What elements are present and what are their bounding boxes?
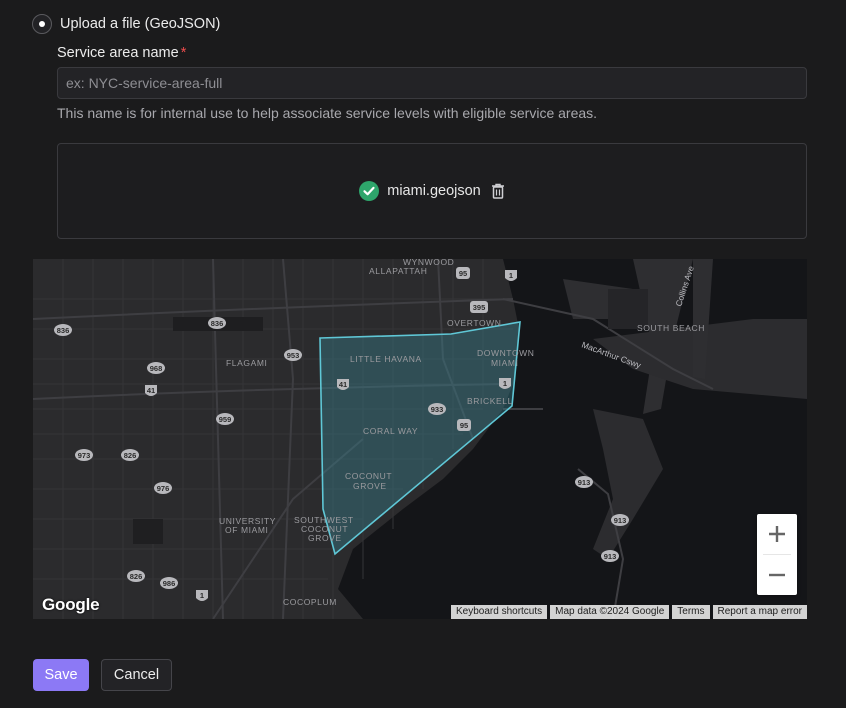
- shield-41-a: 41: [147, 386, 155, 395]
- shield-836-b: 836: [211, 319, 224, 328]
- map-label-grove: GROVE: [353, 481, 387, 491]
- shield-95-b: 95: [460, 421, 468, 430]
- shield-973: 973: [78, 451, 91, 460]
- cancel-button[interactable]: Cancel: [101, 659, 172, 691]
- map-label-downtown: DOWNTOWN: [477, 348, 535, 358]
- shield-1-a: 1: [509, 271, 513, 280]
- map-zoom-control: [757, 514, 797, 595]
- shield-1-c: 1: [200, 591, 204, 600]
- radio-selected-dot: [39, 21, 45, 27]
- upload-geojson-radio[interactable]: [32, 14, 52, 34]
- shield-953: 953: [287, 351, 300, 360]
- shield-913-a: 913: [578, 478, 591, 487]
- required-marker: *: [180, 45, 187, 61]
- map-canvas[interactable]: WYNWOOD ALLAPATTAH OVERTOWN DOWNTOWN MIA…: [33, 259, 807, 619]
- check-circle-icon: [359, 181, 380, 201]
- map-label-coral-way: CORAL WAY: [363, 426, 418, 436]
- service-area-name-label: Service area name *: [57, 45, 186, 61]
- map-label-grove-2: GROVE: [308, 533, 342, 543]
- save-button[interactable]: Save: [33, 659, 89, 691]
- service-area-helper-text: This name is for internal use to help as…: [57, 105, 598, 121]
- report-map-error-link[interactable]: Report a map error: [712, 605, 807, 619]
- terms-link[interactable]: Terms: [672, 605, 710, 619]
- map-label-brickell: BRICKELL: [467, 396, 513, 406]
- shield-95-a: 95: [459, 269, 467, 278]
- shield-976: 976: [157, 484, 170, 493]
- shield-1-b: 1: [503, 379, 507, 388]
- minus-icon: [769, 573, 785, 577]
- shield-826-b: 826: [130, 572, 143, 581]
- map-label-allapattah: ALLAPATTAH: [369, 266, 427, 276]
- uploaded-file-name: miami.geojson: [387, 183, 481, 199]
- map-label-little-havana: LITTLE HAVANA: [350, 354, 422, 364]
- shield-913-c: 913: [604, 552, 617, 561]
- map-label-coconut: COCONUT: [345, 471, 392, 481]
- map-label-flagami: FLAGAMI: [226, 358, 268, 368]
- shield-913-b: 913: [614, 516, 627, 525]
- shield-826-a: 826: [124, 451, 137, 460]
- upload-geojson-option[interactable]: Upload a file (GeoJSON): [32, 14, 220, 34]
- shield-395: 395: [473, 303, 486, 312]
- upload-geojson-label: Upload a file (GeoJSON): [60, 16, 221, 32]
- zoom-out-button[interactable]: [757, 555, 797, 595]
- shield-41-b: 41: [339, 380, 347, 389]
- google-logo: Google: [42, 595, 100, 614]
- shield-933: 933: [431, 405, 444, 414]
- shield-959: 959: [219, 415, 232, 424]
- zoom-in-button[interactable]: [757, 514, 797, 554]
- map-label-miami: MIAMI: [491, 358, 519, 368]
- map-label-cocoplum: COCOPLUM: [283, 597, 337, 607]
- trash-icon[interactable]: [491, 183, 505, 199]
- file-upload-dropzone[interactable]: miami.geojson: [57, 143, 807, 239]
- map-label-overtown: OVERTOWN: [447, 318, 502, 328]
- service-area-name-input[interactable]: [57, 67, 807, 99]
- map-attribution: Keyboard shortcuts Map data ©2024 Google…: [450, 605, 807, 619]
- keyboard-shortcuts-link[interactable]: Keyboard shortcuts: [450, 605, 548, 619]
- shield-836-a: 836: [57, 326, 70, 335]
- map-label-south-beach: SOUTH BEACH: [637, 323, 705, 333]
- service-area-map[interactable]: WYNWOOD ALLAPATTAH OVERTOWN DOWNTOWN MIA…: [33, 259, 807, 619]
- service-area-name-label-text: Service area name: [57, 45, 179, 61]
- map-label-of-miami: OF MIAMI: [225, 525, 269, 535]
- plus-icon: [769, 526, 785, 542]
- shield-986: 986: [163, 579, 176, 588]
- map-data-credit: Map data ©2024 Google: [550, 605, 670, 619]
- shield-968: 968: [150, 364, 163, 373]
